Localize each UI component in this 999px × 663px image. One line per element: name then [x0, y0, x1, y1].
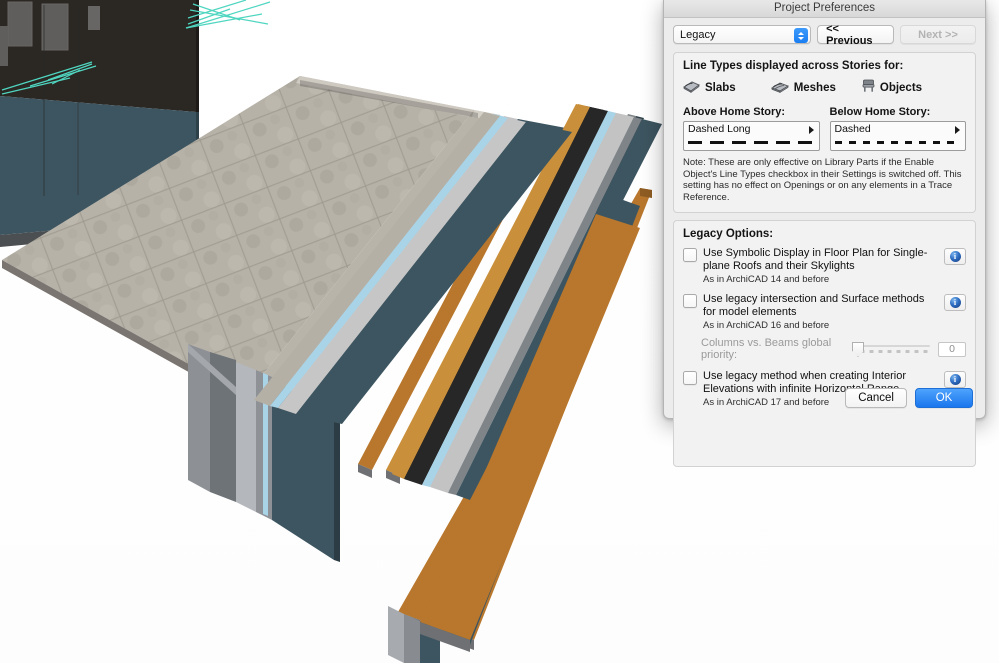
ok-button[interactable]: OK: [915, 388, 973, 408]
info-button-symbolic-roofs[interactable]: i: [944, 248, 966, 265]
info-button-intersection-methods[interactable]: i: [944, 294, 966, 311]
line-types-panel: Line Types displayed across Stories for:…: [673, 52, 976, 213]
above-home-story-label: Above Home Story:: [683, 106, 786, 118]
slider-thumb: [852, 342, 864, 357]
element-tab-slabs-label: Slabs: [705, 81, 736, 94]
slab-icon: [683, 80, 700, 96]
info-icon: i: [949, 251, 961, 262]
chevron-right-icon: [955, 126, 960, 134]
preference-scheme-value: Legacy: [680, 28, 716, 41]
element-tab-meshes-label: Meshes: [793, 81, 836, 94]
legacy-option-symbolic-roofs-label: Use Symbolic Display in Floor Plan for S…: [703, 247, 928, 272]
columns-beams-priority-value: 0: [938, 341, 966, 357]
element-type-row: Slabs Meshes Objects: [683, 79, 966, 96]
preference-scheme-popup[interactable]: Legacy: [673, 25, 812, 44]
dialog-title: Project Preferences: [774, 2, 875, 14]
chevron-right-icon: [808, 126, 814, 134]
below-home-story-value: Dashed: [834, 123, 871, 135]
project-preferences-dialog: Project Preferences Legacy << Previous N…: [663, 0, 986, 467]
dialog-footer: Cancel OK: [664, 378, 985, 418]
legacy-option-symbolic-roofs-sublabel: As in ArchiCAD 14 and before: [703, 274, 830, 285]
legacy-options-title: Legacy Options:: [683, 228, 774, 240]
element-tab-objects-label: Objects: [879, 81, 923, 94]
slider-ticks: [858, 350, 928, 353]
columns-beams-priority-label: Columns vs. Beams global priority:: [701, 337, 832, 361]
legacy-option-symbolic-roofs[interactable]: Use Symbolic Display in Floor Plan for S…: [683, 247, 966, 286]
line-types-title: Line Types displayed across Stories for:: [683, 60, 904, 72]
object-chair-icon: [862, 79, 875, 96]
info-icon: i: [949, 297, 961, 308]
element-tab-objects[interactable]: Objects: [862, 79, 922, 96]
chevron-updown-icon: [794, 28, 809, 43]
below-home-story-pattern-preview: [834, 141, 961, 144]
legacy-options-panel: Legacy Options: Use Symbolic Display in …: [673, 220, 976, 467]
next-button: Next >>: [900, 25, 976, 44]
above-home-story-value: Dashed Long: [688, 123, 751, 135]
above-home-story-linetype-select[interactable]: Dashed Long: [683, 121, 820, 151]
dialog-toolbar: Legacy << Previous Next >>: [673, 23, 976, 47]
cancel-button[interactable]: Cancel: [845, 388, 907, 408]
dialog-titlebar[interactable]: Project Preferences: [664, 0, 985, 18]
checkbox-intersection-methods[interactable]: [683, 294, 697, 308]
below-home-story-label: Below Home Story:: [829, 106, 931, 118]
below-home-story-group: Below Home Story: Dashed: [829, 106, 966, 151]
previous-button[interactable]: << Previous: [817, 23, 894, 47]
mesh-icon: [770, 80, 789, 96]
above-home-story-pattern-preview: [688, 141, 815, 144]
legacy-option-intersection-methods-label: Use legacy intersection and Surface meth…: [703, 293, 925, 318]
columns-beams-priority-slider: [852, 342, 930, 357]
element-tab-slabs[interactable]: Slabs: [683, 80, 736, 96]
legacy-option-intersection-methods[interactable]: Use legacy intersection and Surface meth…: [683, 293, 966, 332]
legacy-option-intersection-methods-sublabel: As in ArchiCAD 16 and before: [703, 320, 830, 331]
above-home-story-group: Above Home Story: Dashed Long: [683, 106, 820, 151]
line-types-note: Note: These are only effective on Librar…: [683, 157, 962, 203]
below-home-story-linetype-select[interactable]: Dashed: [829, 121, 966, 151]
element-tab-meshes[interactable]: Meshes: [770, 80, 836, 96]
columns-beams-priority-row: Columns vs. Beams global priority: 0: [701, 337, 966, 361]
checkbox-symbolic-roofs[interactable]: [683, 248, 697, 262]
